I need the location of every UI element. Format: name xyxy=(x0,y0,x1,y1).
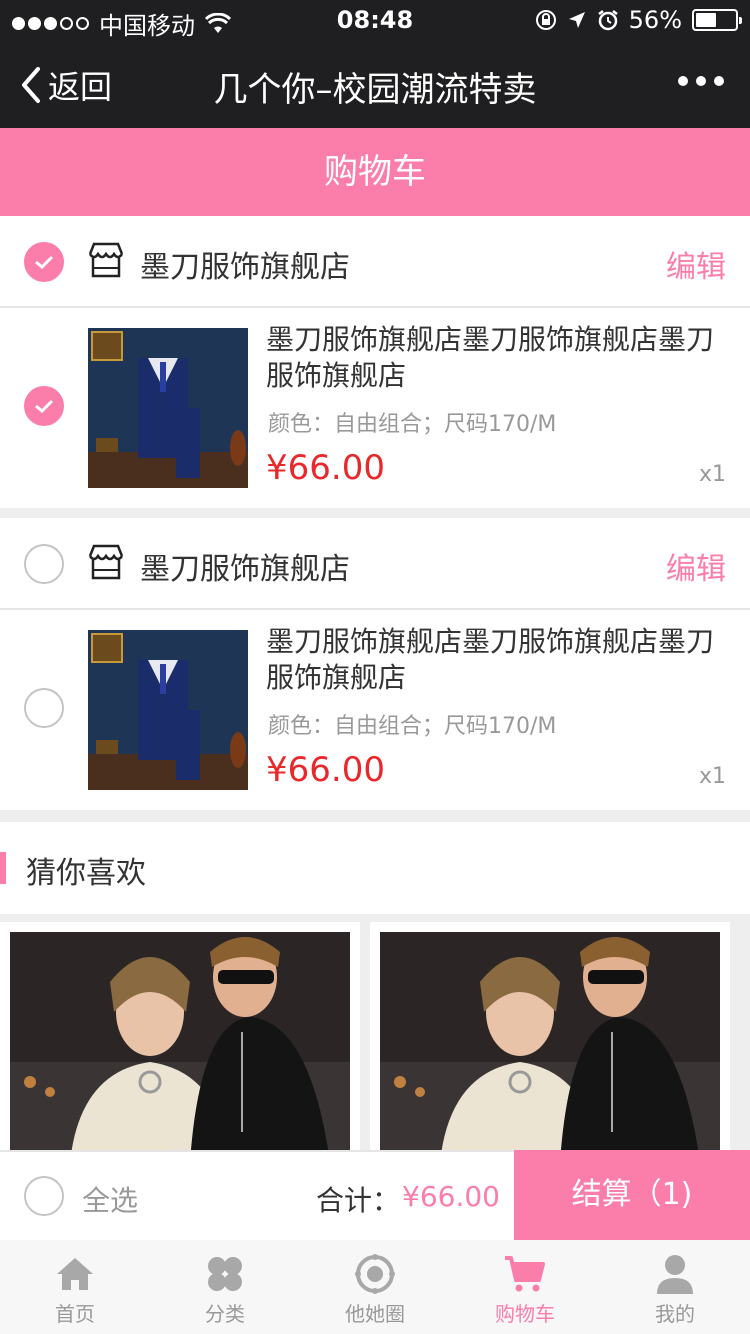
select-all-checkbox[interactable] xyxy=(24,1176,64,1216)
checkout-bar: 全选 合计： ¥66.00 结算（1) xyxy=(0,1150,750,1240)
nav-bar: 返回 几个你–校园潮流特卖 xyxy=(0,40,750,128)
recommend-image[interactable] xyxy=(10,932,350,1162)
category-icon xyxy=(208,1257,242,1291)
shop-header: 墨刀服饰旗舰店 编辑 xyxy=(0,518,750,610)
tab-profile[interactable]: 我的 xyxy=(600,1240,750,1334)
item-checkbox[interactable] xyxy=(24,386,64,426)
cart-item[interactable]: 墨刀服饰旗舰店墨刀服饰旗舰店墨刀服饰旗舰店 颜色：自由组合；尺码170/M ¥6… xyxy=(0,610,750,810)
product-quantity: x1 xyxy=(698,462,726,487)
shop-name[interactable]: 墨刀服饰旗舰店 xyxy=(140,544,350,588)
cart-icon xyxy=(505,1256,545,1292)
product-image[interactable] xyxy=(88,328,248,488)
store-icon xyxy=(88,544,124,580)
tab-home[interactable]: 首页 xyxy=(0,1240,150,1334)
recommend-card[interactable] xyxy=(0,922,360,1162)
tab-label: 我的 xyxy=(655,1302,695,1326)
select-all-label[interactable]: 全选 xyxy=(82,1179,138,1219)
check-icon xyxy=(35,399,54,414)
product-spec: 颜色：自由组合；尺码170/M xyxy=(268,412,557,437)
tab-label: 分类 xyxy=(205,1302,245,1326)
check-icon xyxy=(35,255,54,270)
item-checkbox[interactable] xyxy=(24,688,64,728)
tab-circle[interactable]: 他她圈 xyxy=(300,1240,450,1334)
battery-icon xyxy=(692,9,742,31)
recommend-title: 猜你喜欢 xyxy=(26,856,146,891)
section-accent-bar xyxy=(0,852,6,884)
product-quantity: x1 xyxy=(698,764,726,789)
user-icon xyxy=(657,1255,693,1294)
shop-header: 墨刀服饰旗舰店 编辑 xyxy=(0,216,750,308)
edit-button[interactable]: 编辑 xyxy=(666,544,726,588)
recommend-card[interactable] xyxy=(370,922,730,1162)
product-title[interactable]: 墨刀服饰旗舰店墨刀服饰旗舰店墨刀服饰旗舰店 xyxy=(266,322,736,394)
battery-percent: 56% xyxy=(628,6,682,34)
recommend-image[interactable] xyxy=(380,932,720,1162)
alarm-icon xyxy=(597,10,618,31)
total-price: ¥66.00 xyxy=(402,1180,500,1213)
edit-button[interactable]: 编辑 xyxy=(666,242,726,286)
rotation-lock-icon xyxy=(535,10,556,30)
more-dot xyxy=(696,76,706,86)
status-right: 56% xyxy=(535,6,742,34)
tab-label: 他她圈 xyxy=(345,1302,405,1326)
store-icon xyxy=(88,242,124,278)
more-dot xyxy=(714,76,724,86)
tab-label: 购物车 xyxy=(495,1302,555,1326)
product-price: ¥66.00 xyxy=(266,448,385,488)
nav-title: 几个你–校园潮流特卖 xyxy=(213,70,537,110)
more-button[interactable] xyxy=(678,76,724,86)
page-title: 购物车 xyxy=(0,128,750,216)
cart-item[interactable]: 墨刀服饰旗舰店墨刀服饰旗舰店墨刀服饰旗舰店 颜色：自由组合；尺码170/M ¥6… xyxy=(0,308,750,508)
more-dot xyxy=(678,76,688,86)
location-icon xyxy=(568,12,585,28)
product-title[interactable]: 墨刀服饰旗舰店墨刀服饰旗舰店墨刀服饰旗舰店 xyxy=(266,624,736,696)
checkout-button[interactable]: 结算（1) xyxy=(514,1150,750,1240)
home-icon xyxy=(57,1258,93,1290)
recommend-header: 猜你喜欢 xyxy=(0,822,750,914)
tab-label: 首页 xyxy=(55,1302,95,1326)
status-bar: 中国移动 08:48 56% xyxy=(0,0,750,40)
product-image[interactable] xyxy=(88,630,248,790)
tab-category[interactable]: 分类 xyxy=(150,1240,300,1334)
product-price: ¥66.00 xyxy=(266,750,385,790)
shop-checkbox[interactable] xyxy=(24,544,64,584)
shop-checkbox[interactable] xyxy=(24,242,64,282)
tab-cart[interactable]: 购物车 xyxy=(450,1240,600,1334)
total-label: 合计： xyxy=(316,1184,401,1217)
circle-icon xyxy=(355,1254,395,1294)
product-spec: 颜色：自由组合；尺码170/M xyxy=(268,714,557,739)
tab-bar: 首页 分类 他她圈 购物车 我的 xyxy=(0,1240,750,1334)
shop-name[interactable]: 墨刀服饰旗舰店 xyxy=(140,242,350,286)
